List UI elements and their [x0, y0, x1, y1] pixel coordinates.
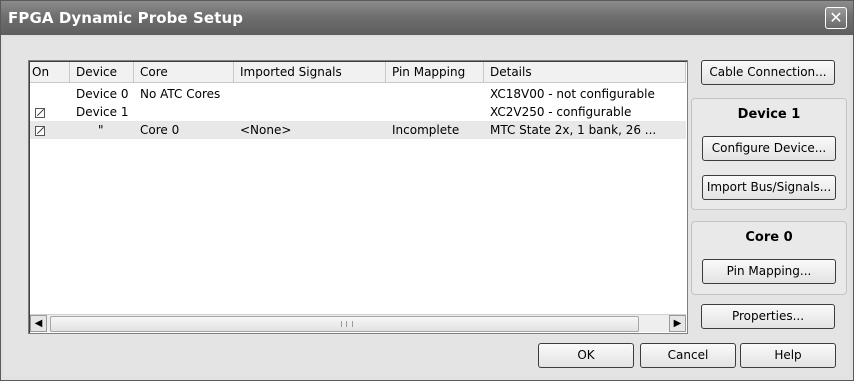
cell-imported: <None> [240, 123, 292, 137]
scroll-thumb[interactable] [50, 316, 639, 332]
column-header-imported-signals[interactable]: Imported Signals [234, 62, 386, 82]
cable-connection-button[interactable]: Cable Connection... [701, 60, 835, 85]
column-header-pin-mapping[interactable]: Pin Mapping [386, 62, 484, 82]
table-row[interactable]: Device 1 XC2V250 - configurable [30, 103, 686, 121]
checkbox-on[interactable] [35, 108, 45, 118]
cell-device: Device 1 [76, 105, 129, 119]
dialog-body: On Device Core Imported Signals Pin Mapp… [4, 37, 850, 377]
horizontal-scrollbar[interactable]: ◀ ▶ [30, 314, 686, 332]
table-row[interactable]: Device 0 No ATC Cores XC18V00 - not conf… [30, 85, 686, 103]
checkbox-on[interactable] [35, 126, 45, 136]
window-title: FPGA Dynamic Probe Setup [8, 9, 244, 27]
ok-button[interactable]: OK [538, 343, 634, 368]
list-header: On Device Core Imported Signals Pin Mapp… [30, 62, 686, 83]
device-group-title: Device 1 [737, 107, 801, 122]
cell-device: Device 0 [76, 87, 129, 101]
pin-mapping-button[interactable]: Pin Mapping... [702, 259, 836, 284]
column-header-device[interactable]: Device [70, 62, 134, 82]
cell-details: XC18V00 - not configurable [490, 87, 655, 101]
cell-details: MTC State 2x, 1 bank, 26 ... [490, 123, 657, 137]
title-bar: FPGA Dynamic Probe Setup ✕ [1, 1, 853, 35]
core-group: Core 0 Pin Mapping... [691, 221, 847, 295]
scroll-right-icon[interactable]: ▶ [669, 315, 686, 332]
core-group-title: Core 0 [745, 230, 793, 245]
close-icon[interactable]: ✕ [825, 7, 847, 29]
column-header-on[interactable]: On [30, 62, 70, 82]
cell-core: Core 0 [140, 123, 180, 137]
cell-core: No ATC Cores [140, 87, 221, 101]
properties-button[interactable]: Properties... [701, 304, 835, 329]
cell-details: XC2V250 - configurable [490, 105, 632, 119]
cancel-button[interactable]: Cancel [640, 343, 736, 368]
core-list[interactable]: On Device Core Imported Signals Pin Mapp… [28, 60, 688, 334]
column-header-details[interactable]: Details [484, 62, 686, 82]
grip-icon [341, 321, 353, 327]
dialog-window: FPGA Dynamic Probe Setup ✕ On Device Cor… [0, 0, 854, 381]
import-bus-signals-button[interactable]: Import Bus/Signals... [702, 175, 836, 200]
cell-pin-mapping: Incomplete [392, 123, 460, 137]
table-row[interactable]: " Core 0 <None> Incomplete MTC State 2x,… [30, 121, 686, 139]
cell-device: " [98, 123, 104, 137]
configure-device-button[interactable]: Configure Device... [702, 136, 836, 161]
device-group: Device 1 Configure Device... Import Bus/… [691, 98, 847, 210]
column-header-core[interactable]: Core [134, 62, 234, 82]
help-button[interactable]: Help [740, 343, 836, 368]
scroll-left-icon[interactable]: ◀ [30, 315, 47, 332]
